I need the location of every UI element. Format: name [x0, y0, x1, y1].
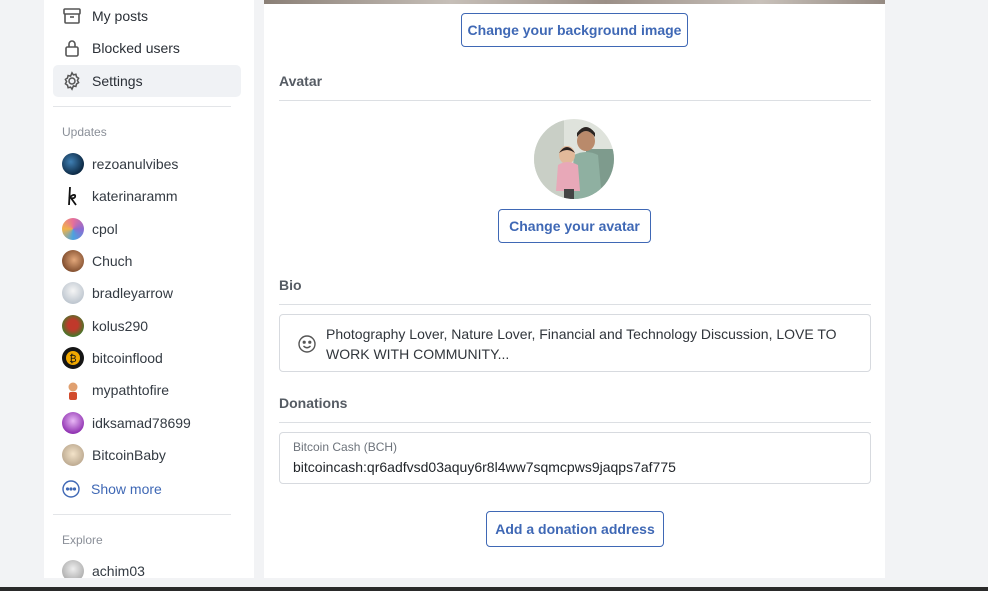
explore-title: Explore [62, 533, 103, 547]
update-user-bradleyarrow[interactable]: bradleyarrow [62, 281, 242, 305]
avatar [62, 185, 84, 207]
divider [279, 100, 871, 101]
window-bottom-edge [0, 587, 988, 591]
background-image-preview [264, 0, 885, 4]
profile-avatar [534, 119, 614, 199]
user-name: katerinaramm [92, 188, 178, 204]
explore-user-achim03[interactable]: achim03 [62, 559, 242, 578]
more-horizontal-icon [62, 480, 80, 498]
donation-currency-label: Bitcoin Cash (BCH) [293, 440, 398, 454]
smile-icon [298, 335, 316, 353]
divider [279, 422, 871, 423]
add-donation-address-button[interactable]: Add a donation address [486, 511, 664, 547]
donation-address-value: bitcoincash:qr6adfvsd03aquy6r8l4ww7sqmcp… [293, 459, 676, 475]
lock-icon [65, 40, 79, 57]
update-user-kolus290[interactable]: kolus290 [62, 314, 242, 338]
divider [53, 514, 231, 515]
avatar [62, 379, 84, 401]
user-name: cpol [92, 221, 118, 237]
user-name: Chuch [92, 253, 133, 269]
bio-text: Photography Lover, Nature Lover, Financi… [326, 326, 837, 362]
avatar [62, 153, 84, 175]
avatar: ₿ [62, 347, 84, 369]
show-more-button[interactable]: Show more [62, 478, 212, 500]
update-user-rezoanulvibes[interactable]: rezoanulvibes [62, 152, 242, 176]
user-name: kolus290 [92, 318, 149, 334]
update-user-idksamad78699[interactable]: idksamad78699 [62, 411, 242, 435]
update-user-bitcoinbaby[interactable]: BitcoinBaby [62, 443, 242, 467]
svg-text:₿: ₿ [69, 353, 76, 365]
update-user-katerinaramm[interactable]: katerinaramm [62, 184, 242, 208]
update-user-chuch[interactable]: Chuch [62, 249, 242, 273]
avatar [62, 282, 84, 304]
user-name: BitcoinBaby [92, 447, 166, 463]
sidebar-item-blocked-users[interactable]: Blocked users [53, 32, 241, 64]
update-user-mypathtofire[interactable]: mypathtofire [62, 378, 242, 402]
avatar [62, 560, 84, 578]
divider [53, 106, 231, 107]
user-name: bradleyarrow [92, 285, 173, 301]
update-user-bitcoinflood[interactable]: ₿ bitcoinflood [62, 346, 242, 370]
avatar [62, 444, 84, 466]
archive-icon [63, 8, 81, 24]
sidebar-item-my-posts[interactable]: My posts [53, 0, 241, 32]
sidebar: My posts Blocked users Settings Updates … [44, 0, 254, 578]
user-name: mypathtofire [92, 382, 170, 398]
donations-section-title: Donations [279, 395, 348, 411]
sidebar-item-label: Settings [92, 73, 143, 89]
user-name: achim03 [92, 563, 145, 578]
avatar-section-title: Avatar [279, 73, 323, 89]
change-avatar-button[interactable]: Change your avatar [498, 209, 651, 243]
donation-address-field[interactable]: Bitcoin Cash (BCH) bitcoincash:qr6adfvsd… [279, 432, 871, 484]
user-name: bitcoinflood [92, 350, 163, 366]
bio-field[interactable]: Photography Lover, Nature Lover, Financi… [279, 314, 871, 372]
update-user-cpol[interactable]: cpol [62, 217, 242, 241]
avatar [62, 315, 84, 337]
avatar [62, 250, 84, 272]
updates-title: Updates [62, 125, 107, 139]
divider [279, 304, 871, 305]
sidebar-item-label: My posts [92, 8, 149, 24]
avatar [62, 412, 84, 434]
settings-panel: Change your background image Avatar Chan… [264, 0, 885, 578]
avatar [62, 218, 84, 240]
sidebar-item-label: Blocked users [92, 40, 180, 56]
show-more-label: Show more [91, 481, 162, 497]
user-name: rezoanulvibes [92, 156, 179, 172]
bio-section-title: Bio [279, 277, 302, 293]
change-background-button[interactable]: Change your background image [461, 13, 688, 47]
user-name: idksamad78699 [92, 415, 191, 431]
sidebar-item-settings[interactable]: Settings [53, 65, 241, 97]
gear-icon [64, 71, 80, 91]
